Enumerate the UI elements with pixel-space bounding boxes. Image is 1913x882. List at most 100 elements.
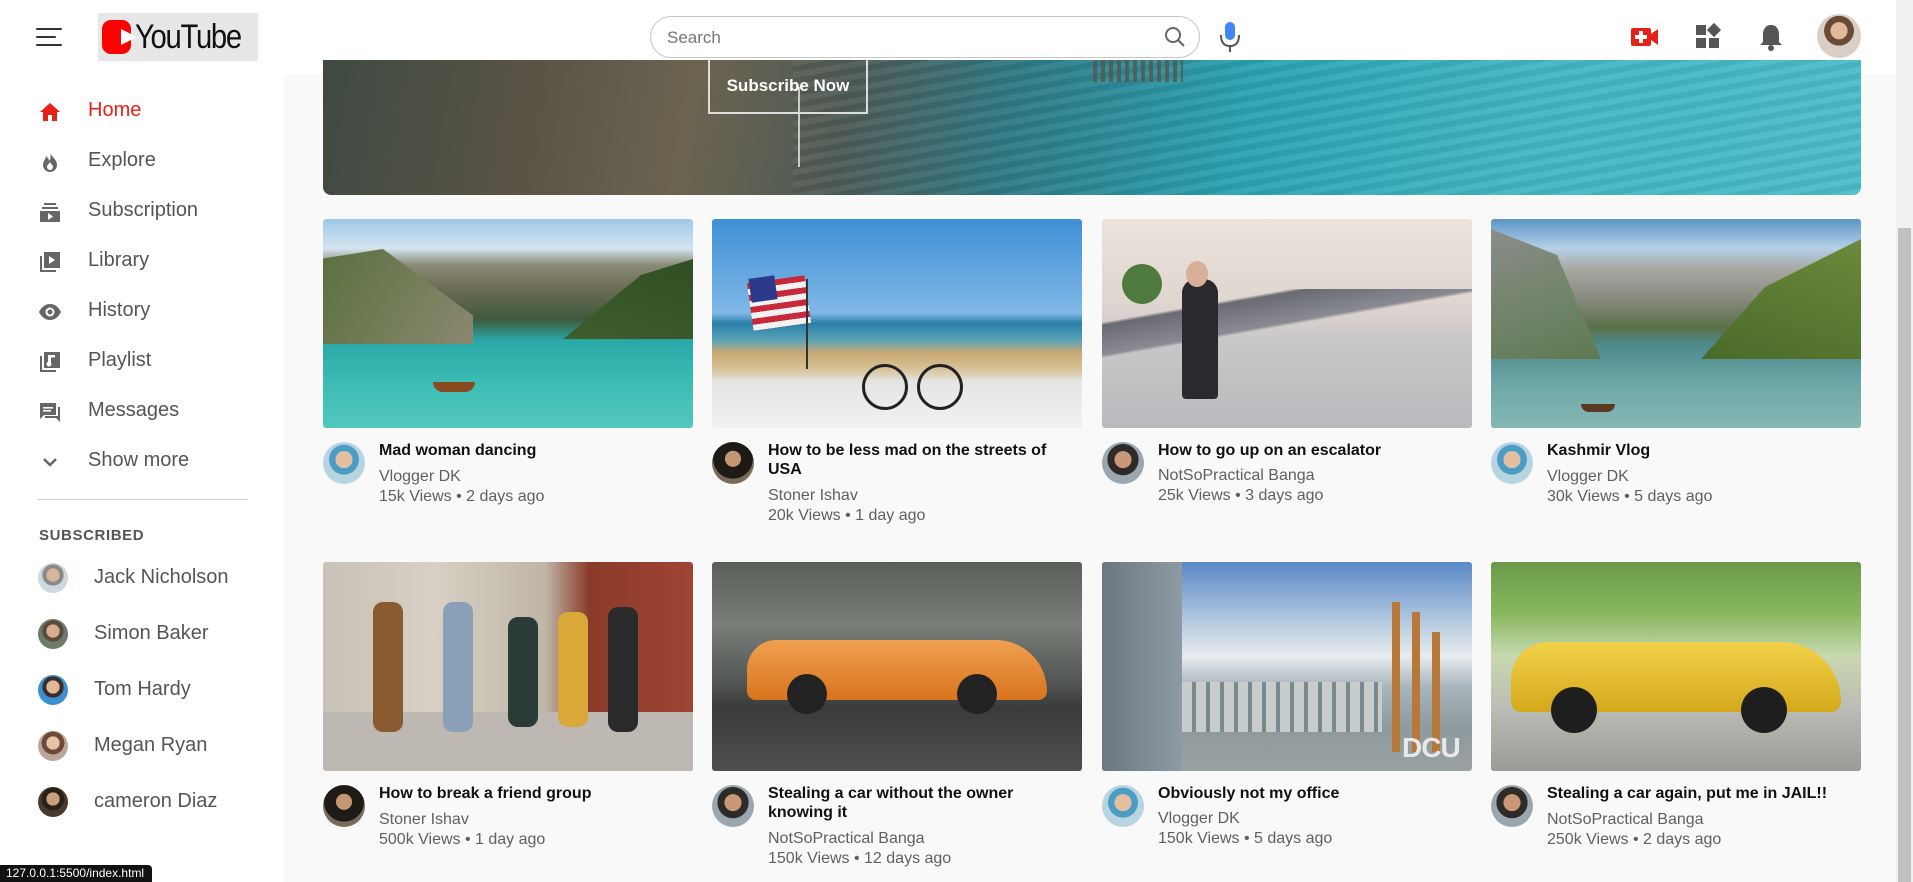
home-icon: [40, 103, 60, 121]
channel-avatar[interactable]: [1491, 442, 1533, 484]
channel-avatar[interactable]: [1491, 785, 1533, 827]
sidebar-item-label: Subscription: [88, 199, 199, 221]
subscription-icon: [40, 203, 60, 222]
status-bar-url: 127.0.0.1:5500/index.html: [0, 865, 153, 882]
chevron-down-icon: [43, 458, 57, 467]
sidebar-item-label: Explore: [88, 149, 156, 171]
video-meta: 150k Views • 5 days ago: [1158, 830, 1333, 847]
channel-name: Tom Hardy: [94, 678, 191, 700]
video-meta: 500k Views • 1 day ago: [379, 831, 546, 848]
channel-avatar[interactable]: [1102, 442, 1144, 484]
subscribe-now-button[interactable]: Subscribe Now: [708, 60, 868, 114]
sidebar-item-label: Playlist: [88, 349, 152, 371]
video-meta: 15k Views • 2 days ago: [379, 488, 545, 505]
library-icon: [40, 252, 60, 272]
video-meta: 20k Views • 1 day ago: [768, 507, 926, 524]
channel-name[interactable]: Vlogger DK: [1547, 467, 1629, 486]
thumbnail-text: DCU: [1402, 732, 1461, 763]
channel-name: Jack Nicholson: [94, 566, 229, 588]
sidebar-item-show-more[interactable]: Show more: [0, 437, 284, 487]
video-title[interactable]: How to break a friend group: [379, 784, 684, 803]
sidebar: Home Explore Subscription Library Histor…: [0, 74, 284, 882]
user-avatar[interactable]: [1817, 14, 1861, 58]
channel-avatar[interactable]: [712, 442, 754, 484]
sidebar-item-label: Home: [88, 99, 142, 121]
channel-name[interactable]: NotSoPractical Banga: [1158, 466, 1315, 485]
video-thumbnail[interactable]: [1491, 219, 1861, 428]
video-thumbnail[interactable]: [712, 562, 1082, 771]
sidebar-item-playlist[interactable]: Playlist: [0, 337, 284, 387]
scrollbar-thumb[interactable]: [1898, 228, 1911, 882]
search-box: [650, 16, 1200, 58]
history-icon: [39, 304, 61, 320]
video-thumbnail[interactable]: [323, 219, 693, 428]
subscribed-channel[interactable]: cameron Diaz: [0, 778, 284, 828]
sidebar-item-subscription[interactable]: Subscription: [0, 187, 284, 237]
channel-avatar[interactable]: [712, 785, 754, 827]
subscribed-channel[interactable]: Megan Ryan: [0, 722, 284, 772]
video-thumbnail[interactable]: [1491, 562, 1861, 771]
create-video-icon[interactable]: [1630, 22, 1660, 52]
channel-name: cameron Diaz: [94, 790, 218, 812]
subscribed-channel[interactable]: Tom Hardy: [0, 666, 284, 716]
video-meta: 150k Views • 12 days ago: [768, 850, 952, 867]
video-title[interactable]: Obviously not my office: [1158, 784, 1463, 803]
channel-name: Simon Baker: [94, 622, 209, 644]
avatar: [38, 563, 68, 593]
channel-name: Megan Ryan: [94, 734, 208, 756]
explore-icon: [43, 152, 57, 172]
video-title[interactable]: How to go up on an escalator: [1158, 441, 1463, 460]
avatar: [38, 787, 68, 817]
channel-name[interactable]: Vlogger DK: [379, 467, 461, 486]
video-thumbnail[interactable]: [323, 562, 693, 771]
channel-avatar[interactable]: [323, 442, 365, 484]
video-thumbnail[interactable]: [1102, 219, 1472, 428]
subscribed-channel[interactable]: Simon Baker: [0, 610, 284, 660]
video-thumbnail[interactable]: DCU: [1102, 562, 1472, 771]
video-meta: 25k Views • 3 days ago: [1158, 487, 1324, 504]
sidebar-item-explore[interactable]: Explore: [0, 137, 284, 187]
logo-text: YouTube: [134, 17, 242, 56]
video-thumbnail[interactable]: [712, 219, 1082, 428]
video-meta: 30k Views • 5 days ago: [1547, 488, 1713, 505]
sidebar-item-label: Show more: [88, 449, 190, 471]
channel-name[interactable]: Stoner Ishav: [768, 486, 858, 505]
sidebar-item-history[interactable]: History: [0, 287, 284, 337]
video-title[interactable]: Mad woman dancing: [379, 441, 684, 460]
sidebar-divider: [38, 499, 248, 500]
avatar: [38, 675, 68, 705]
avatar: [38, 619, 68, 649]
channel-name[interactable]: NotSoPractical Banga: [768, 829, 925, 848]
avatar: [38, 731, 68, 761]
sidebar-item-label: Library: [88, 249, 150, 271]
search-input[interactable]: [665, 25, 1149, 51]
apps-icon[interactable]: [1693, 22, 1723, 52]
channel-name[interactable]: Vlogger DK: [1158, 809, 1240, 828]
scrollbar[interactable]: [1896, 0, 1913, 882]
youtube-play-icon: [102, 20, 137, 54]
sidebar-item-label: History: [88, 299, 151, 321]
messages-icon: [40, 403, 60, 422]
video-title[interactable]: How to be less mad on the streets of USA: [768, 441, 1073, 479]
youtube-logo[interactable]: YouTube: [98, 13, 258, 61]
channel-name[interactable]: NotSoPractical Banga: [1547, 810, 1704, 829]
video-title[interactable]: Stealing a car without the owner knowing…: [768, 784, 1073, 822]
sidebar-item-home[interactable]: Home: [0, 87, 284, 137]
subscribed-channel[interactable]: Jack Nicholson: [0, 554, 284, 604]
banner: Subscribe Now: [323, 60, 1861, 195]
menu-icon[interactable]: [36, 26, 66, 48]
video-title[interactable]: Stealing a car again, put me in JAIL!!: [1547, 784, 1852, 803]
sidebar-item-library[interactable]: Library: [0, 237, 284, 287]
playlist-icon: [40, 352, 60, 372]
video-meta: 250k Views • 2 days ago: [1547, 831, 1722, 848]
microphone-icon[interactable]: [1218, 20, 1242, 54]
channel-avatar[interactable]: [1102, 785, 1144, 827]
video-title[interactable]: Kashmir Vlog: [1547, 441, 1852, 460]
sidebar-item-messages[interactable]: Messages: [0, 387, 284, 437]
search-icon[interactable]: [1163, 25, 1187, 49]
channel-name[interactable]: Stoner Ishav: [379, 810, 469, 829]
subscribed-heading: SUBSCRIBED: [39, 527, 145, 544]
notifications-icon[interactable]: [1756, 22, 1786, 52]
channel-avatar[interactable]: [323, 785, 365, 827]
sidebar-item-label: Messages: [88, 399, 180, 421]
